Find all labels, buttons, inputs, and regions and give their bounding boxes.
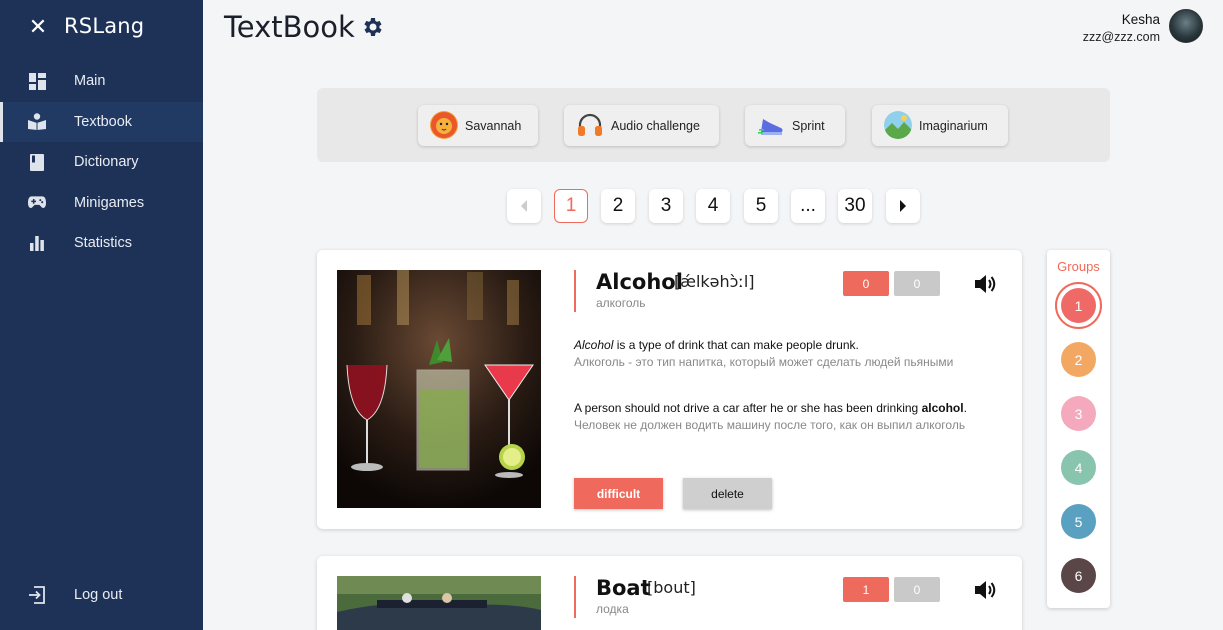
groups-panel: Groups 1 2 3 4 5 6	[1047, 250, 1110, 608]
imaginarium-game-button[interactable]: Imaginarium	[872, 105, 1008, 146]
game-label: Savannah	[465, 118, 522, 133]
word-meaning-translation: Алкоголь - это тип напитка, который може…	[574, 355, 954, 369]
headphones-icon	[576, 111, 604, 139]
savannah-game-button[interactable]: Savannah	[418, 105, 538, 146]
sprint-game-button[interactable]: Sprint	[745, 105, 845, 146]
speaker-icon[interactable]	[974, 579, 998, 601]
page-ellipsis: ...	[791, 189, 825, 223]
sidebar-item-label: Dictionary	[74, 154, 139, 171]
landscape-icon	[884, 111, 912, 139]
audio-challenge-game-button[interactable]: Audio challenge	[564, 105, 719, 146]
sidebar-menu: Main Textbook Dictionary Minigames Stati…	[0, 61, 203, 264]
book-icon	[28, 113, 46, 131]
groups-title: Groups	[1057, 259, 1100, 274]
word-card: Boat [bout] лодка 1 0	[317, 556, 1022, 630]
word-title: Boat	[596, 576, 651, 600]
sidebar-item-main[interactable]: Main	[0, 61, 203, 102]
word-image	[337, 270, 541, 508]
avatar[interactable]	[1169, 9, 1203, 43]
word-translation: лодка	[596, 602, 629, 616]
group-button-1[interactable]: 1	[1055, 282, 1102, 329]
game-label: Audio challenge	[611, 118, 700, 133]
bar-chart-icon	[28, 234, 46, 252]
game-label: Imaginarium	[919, 118, 988, 133]
sneaker-icon	[757, 111, 785, 139]
chevron-right-icon	[900, 200, 906, 212]
word-example-translation: Человек не должен водить машину после то…	[574, 418, 966, 432]
word-card: Alcohol [ǽlkəhɔ̀ːl] алкоголь 0 0 Alcohol…	[317, 250, 1022, 529]
prev-page-button[interactable]	[507, 189, 541, 223]
speaker-icon[interactable]	[974, 273, 998, 295]
user-name: Kesha	[1121, 12, 1160, 27]
word-transcription: [ǽlkəhɔ̀ːl]	[674, 272, 755, 291]
dictionary-icon	[28, 153, 46, 171]
sidebar-item-label: Statistics	[74, 235, 133, 252]
gear-icon[interactable]	[361, 15, 385, 39]
sidebar-item-textbook[interactable]: Textbook	[0, 101, 203, 142]
page-button[interactable]: 1	[554, 189, 588, 223]
word-meaning: Alcohol is a type of drink that can make…	[574, 338, 859, 352]
page-title: TextBook	[224, 10, 355, 44]
correct-count-badge: 0	[843, 271, 889, 296]
group-button-2[interactable]: 2	[1061, 342, 1096, 377]
page-button[interactable]: 30	[838, 189, 872, 223]
sidebar-item-label: Main	[74, 73, 106, 90]
wrong-count-badge: 0	[894, 271, 940, 296]
group-button-3[interactable]: 3	[1061, 396, 1096, 431]
gamepad-icon	[28, 194, 46, 212]
word-transcription: [bout]	[647, 578, 696, 597]
dashboard-icon	[28, 72, 46, 90]
minigames-bar: Savannah Audio challenge Sprint Imaginar…	[317, 88, 1110, 162]
group-button-6[interactable]: 6	[1061, 558, 1096, 593]
next-page-button[interactable]	[886, 189, 920, 223]
chevron-left-icon	[521, 200, 527, 212]
sidebar-item-dictionary[interactable]: Dictionary	[0, 142, 203, 183]
game-label: Sprint	[792, 118, 825, 133]
word-title: Alcohol	[596, 270, 683, 294]
lion-icon	[430, 111, 458, 139]
difficult-button[interactable]: difficult	[574, 478, 663, 509]
page-button[interactable]: 2	[601, 189, 635, 223]
sidebar-item-statistics[interactable]: Statistics	[0, 223, 203, 264]
close-icon[interactable]: ✕	[28, 16, 48, 38]
word-translation: алкоголь	[596, 296, 646, 310]
group-button-4[interactable]: 4	[1061, 450, 1096, 485]
sidebar-item-label: Textbook	[74, 113, 133, 130]
page-button[interactable]: 5	[744, 189, 778, 223]
word-accent-bar	[574, 270, 576, 312]
page-button[interactable]: 4	[696, 189, 730, 223]
word-example: A person should not drive a car after he…	[574, 401, 967, 415]
word-image	[337, 576, 541, 630]
word-accent-bar	[574, 576, 576, 618]
group-button-5[interactable]: 5	[1061, 504, 1096, 539]
sidebar-item-label: Minigames	[74, 194, 145, 211]
logout-label: Log out	[74, 587, 123, 603]
sidebar-item-minigames[interactable]: Minigames	[0, 183, 203, 224]
logout-icon	[28, 586, 46, 604]
logout-button[interactable]: Log out	[0, 575, 203, 615]
sidebar: ✕ RSLang Main Textbook Dictionary Miniga…	[0, 0, 203, 630]
app-title: RSLang	[64, 14, 145, 38]
page-button[interactable]: 3	[649, 189, 683, 223]
correct-count-badge: 1	[843, 577, 889, 602]
wrong-count-badge: 0	[894, 577, 940, 602]
user-email: zzz@zzz.com	[1082, 30, 1160, 44]
sidebar-header: ✕ RSLang	[0, 0, 203, 56]
delete-button[interactable]: delete	[683, 478, 772, 509]
